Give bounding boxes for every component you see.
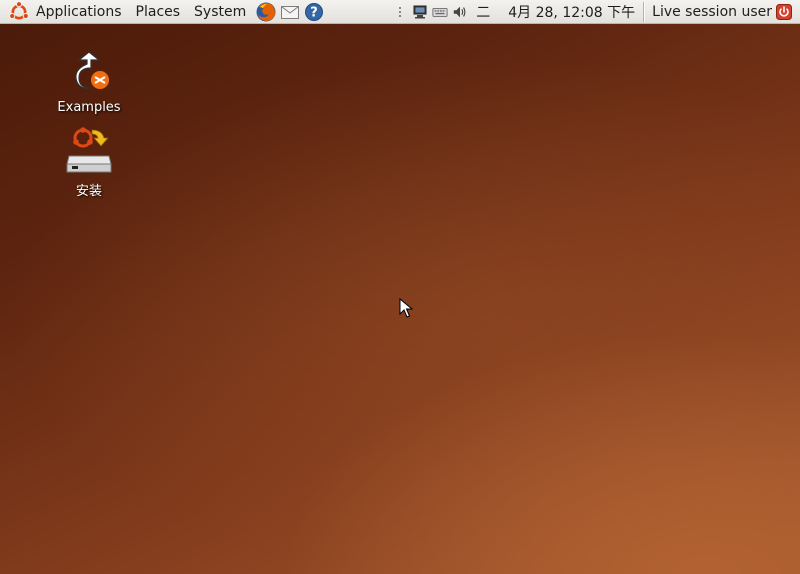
system-menu[interactable]: System xyxy=(187,0,253,24)
power-icon[interactable] xyxy=(776,3,792,20)
volume-icon[interactable] xyxy=(452,4,468,20)
applications-menu[interactable]: Applications xyxy=(30,0,129,24)
mail-icon[interactable] xyxy=(279,1,301,23)
svg-text:?: ? xyxy=(310,5,318,20)
desktop-icon-install[interactable]: 安装 xyxy=(44,126,134,199)
desktop-icon-examples[interactable]: Examples xyxy=(44,46,134,115)
weekday-label: 二 xyxy=(476,4,491,21)
notification-area: 二 xyxy=(392,2,490,22)
keyboard-icon[interactable] xyxy=(432,4,448,20)
ubuntu-logo-icon[interactable] xyxy=(8,0,30,23)
network-icon[interactable] xyxy=(412,4,428,20)
desktop-icon-label: Examples xyxy=(57,100,121,115)
panel-handle-icon xyxy=(392,4,408,20)
mouse-cursor-icon xyxy=(399,298,413,318)
install-icon xyxy=(66,127,112,173)
firefox-icon[interactable] xyxy=(255,1,277,23)
desktop-icon-label: 安装 xyxy=(75,184,102,199)
panel-separator xyxy=(643,1,645,22)
top-panel: Applications Places System ? 二 4月 28, 12… xyxy=(0,0,800,24)
places-menu[interactable]: Places xyxy=(129,0,188,24)
clock[interactable]: 4月 28, 12:08 下午 xyxy=(508,2,635,22)
user-menu[interactable]: Live session user xyxy=(652,4,772,20)
examples-icon xyxy=(75,51,109,89)
help-icon[interactable]: ? xyxy=(303,1,325,23)
